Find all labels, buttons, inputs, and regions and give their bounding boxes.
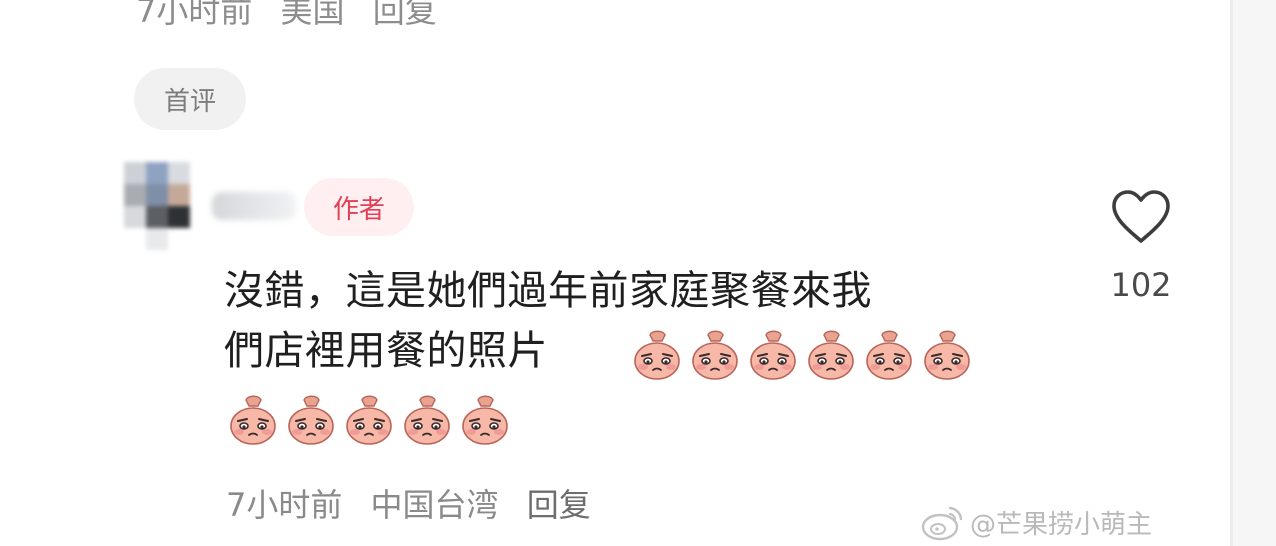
emoji-row xyxy=(632,329,972,381)
pleading-face-emoji xyxy=(404,395,450,445)
avatar-pixel xyxy=(124,184,146,206)
pleading-face-emoji xyxy=(462,395,508,445)
author-badge: 作者 xyxy=(304,178,414,236)
reply-button[interactable]: 回复 xyxy=(527,486,591,524)
avatar[interactable] xyxy=(124,162,206,250)
username-redacted[interactable] xyxy=(212,192,296,220)
avatar-pixel xyxy=(124,162,146,184)
previous-comment-time: 7小时前 xyxy=(136,0,253,30)
previous-comment-location: 美国 xyxy=(280,0,345,30)
like-button[interactable]: 102 xyxy=(1096,188,1186,318)
pleading-face-emoji xyxy=(634,330,680,380)
comment-meta: 7小时前 中国台湾 回复 xyxy=(226,480,609,526)
pleading-face-emoji xyxy=(924,330,970,380)
emoji-row xyxy=(228,394,510,446)
pleading-face-emoji xyxy=(692,330,738,380)
pleading-face-emoji xyxy=(808,330,854,380)
comment-text-line: 沒錯，這是她們過年前家庭聚餐來我 xyxy=(224,268,872,314)
pleading-face-emoji xyxy=(230,395,276,445)
avatar-pixel xyxy=(146,184,168,206)
previous-comment-meta: 7小时前 美国 回复 xyxy=(136,0,455,32)
comment-screen: 7小时前 美国 回复 首评 作者 沒錯，這是她們過年前家庭聚餐來我 們店裡用餐的… xyxy=(0,0,1276,546)
scroll-rail xyxy=(1230,0,1276,546)
pleading-face-emoji xyxy=(750,330,796,380)
weibo-icon xyxy=(921,506,963,541)
watermark-text: @芒果捞小萌主 xyxy=(970,509,1153,540)
avatar-pixel xyxy=(146,162,168,184)
avatar-pixel xyxy=(168,184,190,206)
avatar-pixel xyxy=(146,206,168,228)
heart-outline-icon xyxy=(1112,190,1170,243)
pleading-face-emoji xyxy=(866,330,912,380)
previous-comment-reply-button[interactable]: 回复 xyxy=(373,0,437,30)
comment-location: 中国台湾 xyxy=(370,486,499,524)
like-count: 102 xyxy=(1110,266,1172,304)
scroll-rail-edge xyxy=(1230,0,1233,546)
avatar-pixel xyxy=(146,228,168,250)
avatar-pixel xyxy=(124,206,146,228)
watermark: @芒果捞小萌主 xyxy=(920,498,1152,546)
avatar-pixel xyxy=(168,162,190,184)
comment-time: 7小时前 xyxy=(226,486,343,524)
avatar-pixel xyxy=(168,206,190,228)
pleading-face-emoji xyxy=(346,395,392,445)
pleading-face-emoji xyxy=(288,395,334,445)
first-comment-chip[interactable]: 首评 xyxy=(134,68,246,130)
